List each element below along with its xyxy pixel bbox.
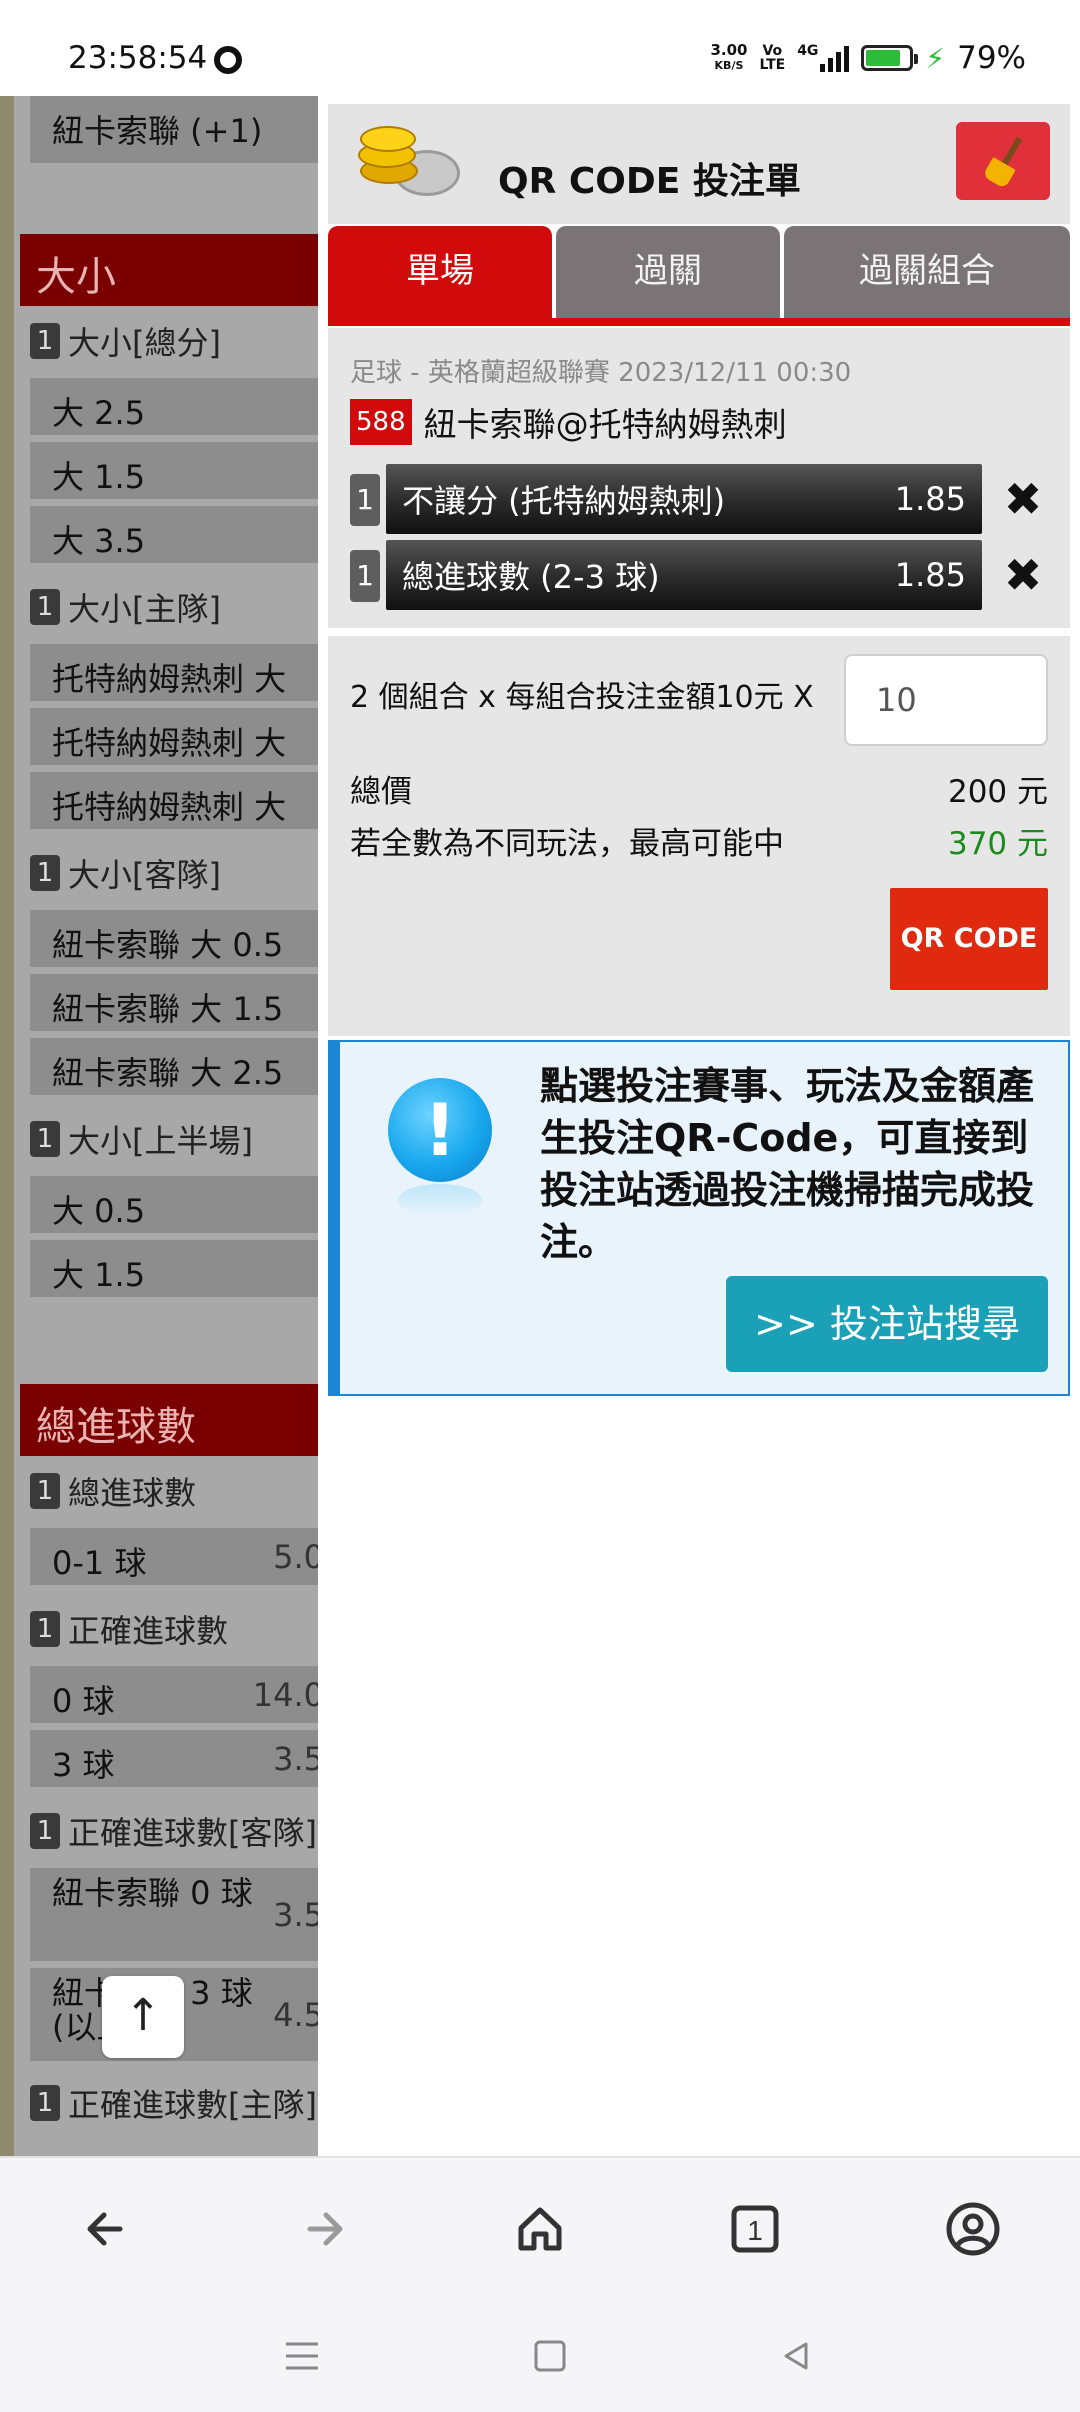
- volte-icon: Vo LTE: [759, 44, 785, 72]
- bg-row[interactable]: 大 3.5: [30, 506, 318, 566]
- match-code-badge: 588: [350, 399, 412, 445]
- tabs-icon[interactable]: 1: [720, 2194, 790, 2264]
- selection-num: 1: [350, 474, 380, 526]
- tab-single[interactable]: 單場: [328, 226, 552, 326]
- net-speed-unit: KB/S: [714, 59, 744, 72]
- bg-section-header: 大小: [20, 234, 318, 306]
- cell-signal-icon: 4G: [797, 43, 850, 72]
- browser-nav-bar: 1: [0, 2156, 1080, 2296]
- selection-odd: 1.85: [894, 556, 966, 594]
- bg-group-title: 1 正確進球數: [30, 1606, 228, 1652]
- forward-icon[interactable]: [288, 2194, 358, 2264]
- remove-selection-icon[interactable]: ✖: [994, 546, 1052, 604]
- panel-title: QR CODE 投注單: [498, 161, 801, 202]
- selection-row: 1 不讓分 (托特納姆熱刺) 1.85 ✖: [350, 464, 1052, 534]
- max-payout-value: 370 元: [947, 826, 1048, 862]
- total-value: 200 元: [947, 774, 1048, 810]
- bg-row[interactable]: 大 1.5: [30, 1240, 318, 1300]
- tab-parlay[interactable]: 過關: [556, 226, 780, 326]
- net-speed: 3.00 KB/S: [710, 43, 747, 73]
- selection-label: 總進球數 (2-3 球): [402, 558, 660, 596]
- bg-row[interactable]: 托特納姆熱刺 大: [30, 644, 318, 704]
- bg-row[interactable]: 托特納姆熱刺 大: [30, 772, 318, 832]
- status-bar: 23:58:54 3.00 KB/S Vo LTE 4G ⚡ 79%: [0, 0, 1080, 96]
- system-nav-bar: [0, 2296, 1080, 2412]
- tab-parlay-combo[interactable]: 過關組合: [784, 226, 1070, 326]
- bg-row[interactable]: 紐卡索聯 大 1.5: [30, 974, 318, 1034]
- bg-row[interactable]: 托特納姆熱刺 大: [30, 708, 318, 768]
- bg-row[interactable]: 0 球 14.0: [30, 1666, 318, 1726]
- chrome-icon: [214, 46, 242, 74]
- bg-group-title: 1 正確進球數[主隊]: [30, 2080, 317, 2126]
- bg-row-top[interactable]: 紐卡索聯 (+1): [30, 96, 318, 166]
- bg-group-title: 1 大小[客隊]: [30, 850, 221, 896]
- bg-row[interactable]: 0-1 球5.0: [30, 1528, 318, 1588]
- bg-row[interactable]: 紐卡索聯 0 球3.5: [30, 1868, 318, 1964]
- menu-icon[interactable]: [280, 2336, 324, 2376]
- status-icons: 3.00 KB/S Vo LTE 4G ⚡ 79%: [710, 40, 1026, 76]
- bg-group-title: 1 大小[主隊]: [30, 584, 221, 630]
- selection-bar[interactable]: 總進球數 (2-3 球) 1.85: [386, 540, 982, 610]
- back-triangle-icon[interactable]: [776, 2336, 816, 2376]
- battery-percent: 79%: [957, 40, 1026, 76]
- net-speed-value: 3.00: [710, 41, 748, 59]
- home-icon[interactable]: [505, 2194, 575, 2264]
- bet-selections: 足球 - 英格蘭超級聯賽 2023/12/11 00:30 588 紐卡索聯@托…: [328, 328, 1070, 628]
- selection-bar[interactable]: 不讓分 (托特納姆熱刺) 1.85: [386, 464, 982, 534]
- bg-row[interactable]: 大 0.5: [30, 1176, 318, 1236]
- bg-group-title: 1 大小[上半場]: [30, 1116, 253, 1162]
- network-type: 4G: [797, 43, 819, 59]
- info-icon: !: [388, 1078, 492, 1182]
- match-name: 紐卡索聯@托特納姆熱刺: [423, 405, 787, 444]
- selection-row: 1 總進球數 (2-3 球) 1.85 ✖: [350, 540, 1052, 610]
- bg-row[interactable]: 3 球3.5: [30, 1730, 318, 1790]
- info-text: 點選投注賽事、玩法及金額產生投注QR-Code，可直接到投注站透過投注機掃描完成…: [540, 1064, 1035, 1264]
- volte-bottom: LTE: [759, 57, 786, 73]
- bg-section-header: 總進球數: [20, 1384, 318, 1456]
- remove-selection-icon[interactable]: ✖: [994, 470, 1052, 528]
- bg-row[interactable]: 紐卡索聯 大 0.5: [30, 910, 318, 970]
- stake-amount-input[interactable]: 10: [844, 654, 1048, 746]
- combo-text: 2 個組合 x 每組合投注金額10元 X: [350, 680, 814, 715]
- bg-row[interactable]: 紐卡索聯 大 2.5: [30, 1038, 318, 1098]
- bg-row[interactable]: 大 1.5: [30, 442, 318, 502]
- station-search-button[interactable]: >> 投注站搜尋: [726, 1276, 1048, 1372]
- selection-label: 不讓分 (托特納姆熱刺): [402, 482, 726, 520]
- battery-icon: [861, 45, 919, 71]
- max-payout-label: 若全數為不同玩法，最高可能中: [350, 826, 784, 862]
- betslip-tabs: 單場 過關 過關組合: [328, 226, 1070, 326]
- bg-row[interactable]: 大 2.5: [30, 378, 318, 438]
- charging-icon: ⚡: [925, 41, 946, 75]
- account-icon[interactable]: [938, 2194, 1008, 2264]
- bg-group-title: 1 總進球數: [30, 1468, 196, 1514]
- stake-calculator: 2 個組合 x 每組合投注金額10元 X 10 總價 200 元 若全數為不同玩…: [328, 636, 1070, 1036]
- clear-betslip-button[interactable]: [956, 122, 1050, 200]
- svg-text:1: 1: [747, 2215, 763, 2246]
- qr-betslip-panel: QR CODE 投注單 單場 過關 過關組合 足球 - 英格蘭超級聯賽 2023…: [318, 96, 1080, 2156]
- selection-odd: 1.85: [894, 480, 966, 518]
- background-page: 紐卡索聯 (+1) 大小 1 大小[總分] 大 2.5 大 1.5 大 3.5 1…: [0, 96, 318, 2156]
- total-label: 總價: [350, 774, 412, 810]
- qr-code-button[interactable]: QR CODE: [890, 888, 1048, 990]
- back-icon[interactable]: [72, 2194, 142, 2264]
- tabs-underline: [328, 318, 1070, 326]
- scroll-top-button[interactable]: ↑: [102, 1976, 184, 2058]
- league-info: 足球 - 英格蘭超級聯賽 2023/12/11 00:30: [350, 358, 852, 388]
- status-time: 23:58:54: [68, 40, 208, 76]
- coins-icon: [354, 124, 474, 204]
- match-row: 588 紐卡索聯@托特納姆熱刺: [350, 398, 787, 446]
- panel-header: QR CODE 投注單: [328, 104, 1070, 224]
- bg-group-title: 1 大小[總分]: [30, 318, 221, 364]
- volte-top: Vo: [762, 43, 783, 59]
- info-box: ! 點選投注賽事、玩法及金額產生投注QR-Code，可直接到投注站透過投注機掃描…: [328, 1040, 1070, 1396]
- bg-group-title: 1 正確進球數[客隊]: [30, 1808, 317, 1854]
- selection-num: 1: [350, 550, 380, 602]
- home-square-icon[interactable]: [530, 2336, 570, 2376]
